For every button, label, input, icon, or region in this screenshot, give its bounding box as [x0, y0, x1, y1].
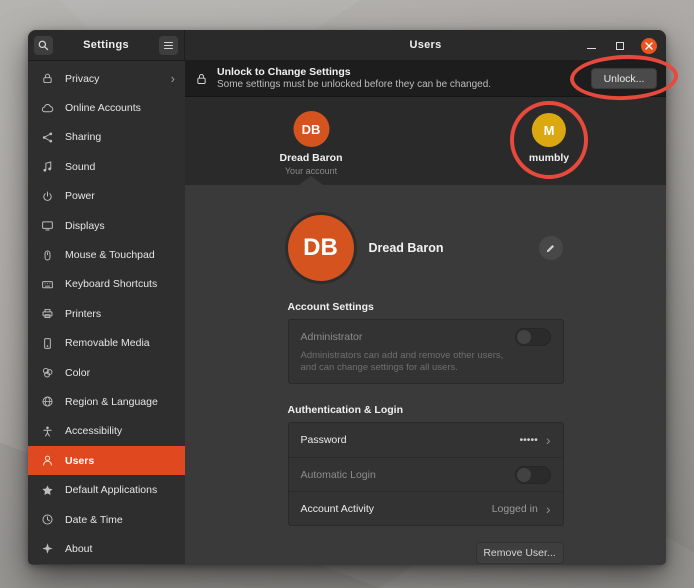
- banner-subtitle: Some settings must be unlocked before th…: [217, 79, 591, 91]
- sidebar-item-online-accounts[interactable]: Online Accounts: [28, 93, 185, 122]
- carousel-user-dread-baron[interactable]: DB Dread Baron Your account: [279, 111, 342, 176]
- pencil-icon: [545, 243, 556, 254]
- sidebar-item-date-time[interactable]: Date & Time: [28, 505, 185, 534]
- user-carousel: DB Dread Baron Your account M mumbly: [185, 97, 666, 185]
- password-value: •••••: [519, 434, 537, 446]
- lock-icon: [195, 72, 208, 86]
- maximize-icon: [616, 42, 624, 50]
- printer-icon: [41, 307, 54, 320]
- sparkle-icon: [41, 542, 54, 555]
- settings-title: Settings: [83, 39, 129, 51]
- mouse-icon: [41, 249, 54, 262]
- authentication-card: Password ••••• › Automatic Login Account…: [288, 422, 564, 526]
- avatar: M: [532, 113, 566, 147]
- sidebar-item-removable-media[interactable]: Removable Media: [28, 329, 185, 358]
- page-title: Users: [409, 39, 441, 51]
- administrator-description: Administrators can add and remove other …: [301, 350, 519, 374]
- sidebar-item-default-applications[interactable]: Default Applications: [28, 475, 185, 504]
- music-note-icon: [41, 160, 54, 173]
- user-header-row: DB Dread Baron: [288, 215, 564, 281]
- user-fullname: Dread Baron: [369, 241, 539, 255]
- star-icon: [41, 484, 54, 497]
- unlock-banner: Unlock to Change Settings Some settings …: [185, 61, 666, 97]
- lock-icon: [41, 72, 54, 85]
- rename-user-button[interactable]: [539, 236, 563, 260]
- carousel-user-mumbly[interactable]: M mumbly: [529, 113, 569, 164]
- user-details: DB Dread Baron Account Settings Administ…: [185, 185, 666, 564]
- avatar: DB: [288, 215, 354, 281]
- sidebar-item-accessibility[interactable]: Accessibility: [28, 417, 185, 446]
- sidebar-item-power[interactable]: Power: [28, 182, 185, 211]
- chevron-right-icon: ›: [546, 433, 551, 447]
- sidebar-item-color[interactable]: Color: [28, 358, 185, 387]
- headerbar: Settings Users: [28, 30, 666, 61]
- remove-user-button[interactable]: Remove User...: [476, 542, 564, 564]
- account-activity-value: Logged in: [492, 503, 538, 515]
- power-icon: [41, 190, 54, 203]
- banner-title: Unlock to Change Settings: [217, 66, 591, 79]
- automatic-login-label: Automatic Login: [301, 469, 515, 481]
- administrator-toggle[interactable]: [515, 328, 551, 346]
- administrator-label: Administrator: [301, 331, 515, 343]
- users-panel: Unlock to Change Settings Some settings …: [185, 61, 666, 564]
- automatic-login-row: Automatic Login: [289, 457, 563, 491]
- sidebar-item-printers[interactable]: Printers: [28, 299, 185, 328]
- minimize-icon: [587, 48, 596, 50]
- user-name: mumbly: [529, 152, 569, 164]
- minimize-button[interactable]: [583, 38, 599, 54]
- section-header-authentication: Authentication & Login: [288, 404, 564, 416]
- removable-media-icon: [41, 337, 54, 350]
- menu-button[interactable]: [159, 36, 178, 55]
- sidebar-item-sound[interactable]: Sound: [28, 152, 185, 181]
- sidebar-item-region-language[interactable]: Region & Language: [28, 387, 185, 416]
- close-button[interactable]: [641, 38, 657, 54]
- clock-icon: [41, 513, 54, 526]
- avatar: DB: [293, 111, 329, 147]
- cloud-icon: [41, 102, 54, 115]
- sidebar-item-mouse-touchpad[interactable]: Mouse & Touchpad: [28, 240, 185, 269]
- color-icon: [41, 366, 54, 379]
- unlock-button[interactable]: Unlock...: [591, 68, 657, 89]
- sidebar-item-users[interactable]: Users: [28, 446, 185, 475]
- user-icon: [41, 454, 54, 467]
- sidebar-item-keyboard-shortcuts[interactable]: Keyboard Shortcuts: [28, 270, 185, 299]
- settings-window: Settings Users Privacy: [28, 30, 666, 565]
- user-subtitle: Your account: [285, 166, 337, 176]
- user-name: Dread Baron: [279, 152, 342, 164]
- globe-icon: [41, 395, 54, 408]
- account-activity-label: Account Activity: [301, 503, 492, 515]
- keyboard-icon: [41, 278, 54, 291]
- chevron-right-icon: ›: [546, 502, 551, 516]
- panel-header: Users: [185, 30, 666, 60]
- chevron-right-icon: ›: [171, 72, 175, 85]
- sidebar-item-displays[interactable]: Displays: [28, 211, 185, 240]
- display-icon: [41, 219, 54, 232]
- sidebar-item-about[interactable]: About: [28, 534, 185, 563]
- account-activity-row[interactable]: Account Activity Logged in ›: [289, 491, 563, 525]
- maximize-button[interactable]: [612, 38, 628, 54]
- password-label: Password: [301, 434, 520, 446]
- close-icon: [645, 42, 653, 50]
- banner-texts: Unlock to Change Settings Some settings …: [217, 66, 591, 91]
- share-icon: [41, 131, 54, 144]
- search-button[interactable]: [34, 36, 53, 55]
- password-row[interactable]: Password ••••• ›: [289, 423, 563, 457]
- automatic-login-toggle[interactable]: [515, 466, 551, 484]
- section-header-account-settings: Account Settings: [288, 301, 564, 313]
- search-icon: [37, 39, 50, 52]
- hamburger-icon: [164, 42, 173, 49]
- sidebar-item-privacy[interactable]: Privacy ›: [28, 64, 185, 93]
- account-settings-card: Administrator Administrators can add and…: [288, 319, 564, 384]
- sidebar: Privacy › Online Accounts Sharing Sound …: [28, 61, 185, 564]
- sidebar-item-sharing[interactable]: Sharing: [28, 123, 185, 152]
- sidebar-header: Settings: [28, 30, 185, 60]
- selected-user-caret: [299, 176, 323, 185]
- window-controls: [583, 30, 657, 61]
- accessibility-icon: [41, 425, 54, 438]
